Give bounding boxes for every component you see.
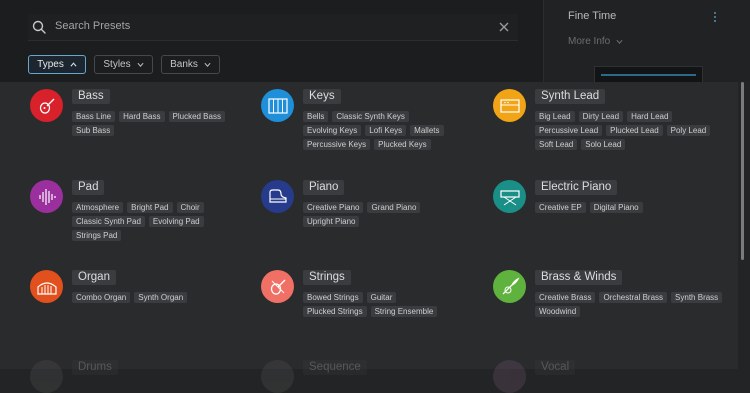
filter-styles-label: Styles [103,59,131,70]
category-name[interactable]: Synth Lead [535,89,606,104]
tag[interactable]: Choir [176,202,204,213]
tag[interactable]: Classic Synth Keys [332,111,409,122]
more-info-label: More Info [568,36,611,47]
tag[interactable]: Orchestral Brass [599,292,668,303]
tag[interactable]: Atmosphere [72,202,124,213]
grand-piano-icon [261,180,294,213]
tag[interactable]: Combo Organ [72,292,131,303]
filter-types-button[interactable]: Types [28,55,86,74]
tag[interactable]: Synth Brass [671,292,723,303]
tag[interactable]: Bells [303,111,329,122]
search-bar[interactable]: Search Presets [28,14,518,41]
chevron-down-icon [137,62,144,68]
tag[interactable]: Classic Synth Pad [72,216,145,227]
filter-banks-button[interactable]: Banks [161,55,220,74]
scrollbar[interactable] [741,82,745,369]
category-name[interactable]: Pad [72,180,105,195]
trumpet-icon [493,270,526,303]
tag[interactable]: Solo Lead [581,139,626,150]
tag[interactable]: Woodwind [535,306,581,317]
tag[interactable]: Guitar [366,292,397,303]
synth-icon [493,89,526,122]
preset-title: Fine Time [568,10,617,22]
filter-types-label: Types [37,59,64,70]
tag[interactable]: Creative EP [535,202,586,213]
search-input[interactable]: Search Presets [55,20,130,32]
tag[interactable]: Dirty Lead [578,111,624,122]
scrollbar-thumb[interactable] [741,82,744,260]
tag[interactable]: Percussive Lead [535,125,603,136]
tag[interactable]: Synth Organ [134,292,188,303]
tag[interactable]: Big Lead [535,111,575,122]
tag[interactable]: Hard Lead [627,111,673,122]
category-name[interactable]: Keys [303,89,341,104]
chevron-up-icon [70,62,77,67]
category-name[interactable]: Electric Piano [535,180,618,195]
sequence-icon [261,360,294,393]
tag[interactable]: Plucked Bass [168,111,225,122]
filter-banks-label: Banks [170,59,198,70]
tag[interactable]: Creative Brass [535,292,596,303]
more-info-toggle[interactable]: More Info [568,36,623,47]
category-name[interactable]: Brass & Winds [535,270,623,285]
category-name[interactable]: Drums [72,360,118,375]
tag[interactable]: Lofi Keys [365,125,407,136]
tag[interactable]: Grand Piano [367,202,421,213]
vocal-icon [493,360,526,393]
bass-guitar-icon [30,89,63,122]
tag[interactable]: Creative Piano [303,202,364,213]
tag[interactable]: Plucked Keys [374,139,431,150]
tag[interactable]: Upright Piano [303,216,360,227]
category-name[interactable]: Vocal [535,360,576,375]
more-options-icon[interactable] [714,12,717,24]
tag[interactable]: Percussive Keys [303,139,371,150]
clear-icon[interactable] [496,19,512,35]
waveform-icon [30,180,63,213]
search-icon [32,20,46,34]
category-name[interactable]: Organ [72,270,116,285]
chevron-down-icon [204,62,211,68]
filter-styles-button[interactable]: Styles [94,55,153,74]
keyboard-icon [261,89,294,122]
preset-info-panel: Fine Time More Info [543,0,750,84]
tag[interactable]: Strings Pad [72,230,122,241]
tag[interactable]: Evolving Keys [303,125,362,136]
chevron-down-icon [616,39,623,45]
tag[interactable]: Plucked Lead [606,125,663,136]
drum-icon [30,360,63,393]
tag[interactable]: Poly Lead [666,125,711,136]
tag[interactable]: Bright Pad [127,202,173,213]
tag[interactable]: Soft Lead [535,139,578,150]
tag[interactable]: Plucked Strings [303,306,367,317]
category-name[interactable]: Sequence [303,360,367,375]
category-name[interactable]: Bass [72,89,110,104]
browser-toolbar: Search Presets Types Styles Banks [0,0,543,82]
category-name[interactable]: Strings [303,270,351,285]
category-name[interactable]: Piano [303,180,345,195]
tag[interactable]: Evolving Pad [148,216,204,227]
tag[interactable]: Mallets [410,125,444,136]
tag[interactable]: Sub Bass [72,125,115,136]
violin-icon [261,270,294,303]
organ-icon [30,270,63,303]
tag[interactable]: String Ensemble [370,306,438,317]
tag[interactable]: Bass Line [72,111,116,122]
tag[interactable]: Bowed Strings [303,292,363,303]
tag[interactable]: Digital Piano [589,202,643,213]
tag[interactable]: Hard Bass [119,111,165,122]
electric-piano-icon [493,180,526,213]
